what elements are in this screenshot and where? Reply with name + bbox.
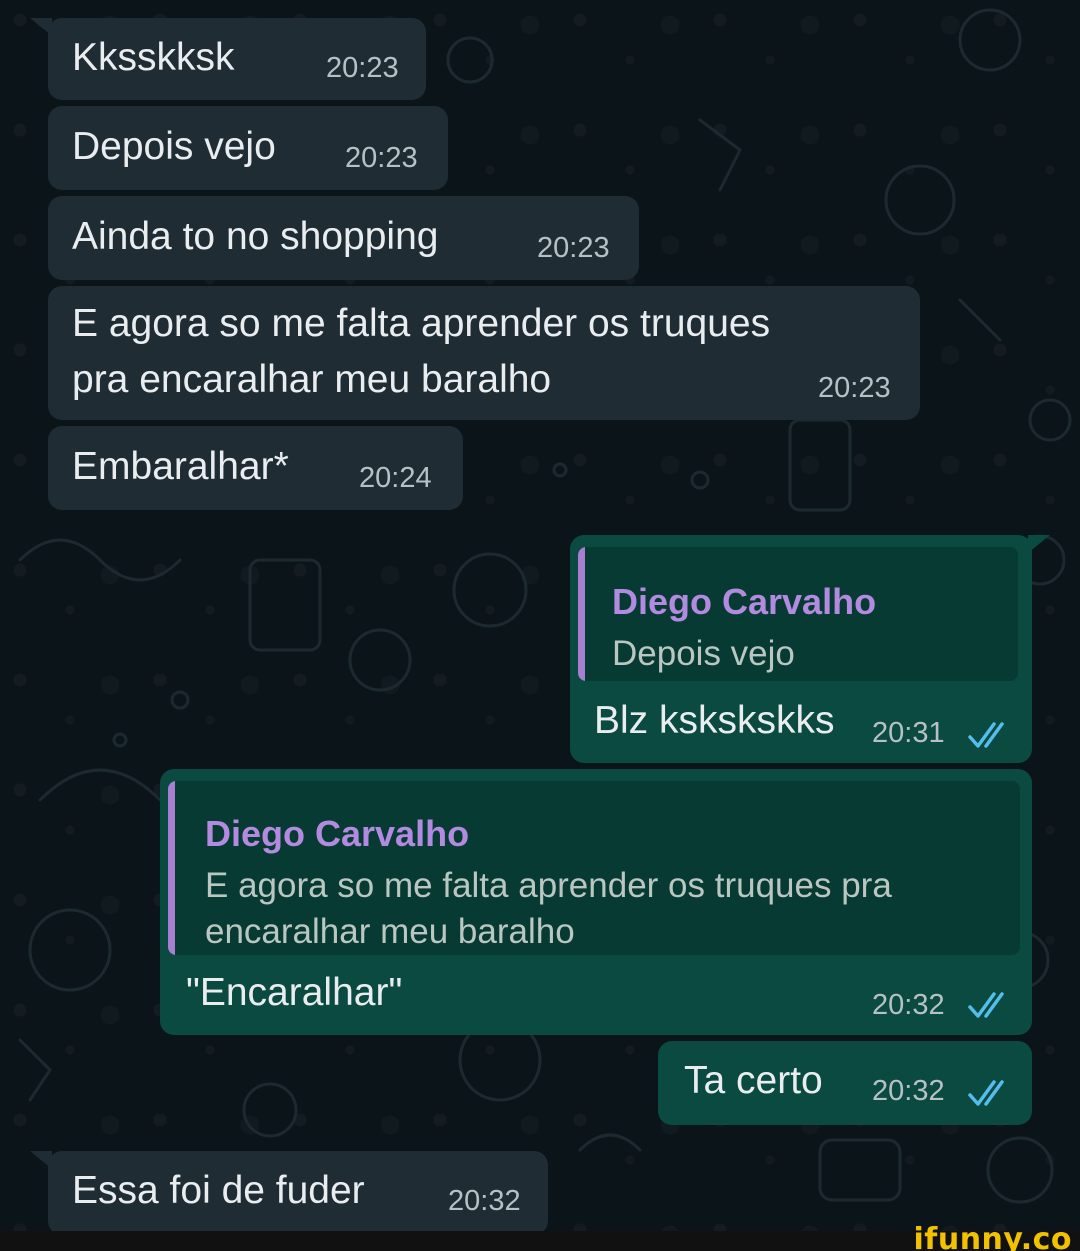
- quote-accent-bar: [578, 547, 585, 681]
- message-time: 20:32: [872, 1075, 945, 1107]
- quote-text: Depois vejo: [612, 634, 795, 673]
- incoming-message[interactable]: Embaralhar* 20:24: [48, 426, 463, 510]
- message-time: 20:24: [359, 462, 432, 494]
- outgoing-reply-message[interactable]: Diego Carvalho E agora so me falta apren…: [160, 769, 1032, 1035]
- message-text-line-2: pra encaralhar meu baralho: [72, 358, 552, 401]
- message-text: Kksskksk: [72, 36, 235, 79]
- message-text-line-1: E agora so me falta aprender os truques: [72, 302, 771, 345]
- incoming-message[interactable]: Depois vejo 20:23: [48, 106, 448, 190]
- double-check-icon: [968, 1080, 1004, 1106]
- bubble-tail: [30, 18, 52, 36]
- message-text: Essa foi de fuder: [72, 1169, 365, 1212]
- message-time: 20:32: [448, 1185, 521, 1217]
- message-time: 20:23: [818, 372, 891, 404]
- message-time: 20:23: [537, 232, 610, 264]
- incoming-message[interactable]: Ainda to no shopping 20:23: [48, 196, 639, 280]
- quote-text-line-1: E agora so me falta aprender os truques …: [205, 866, 892, 905]
- message-time: 20:23: [326, 52, 399, 84]
- incoming-message[interactable]: E agora so me falta aprender os truques …: [48, 286, 920, 420]
- outgoing-message[interactable]: Ta certo 20:32: [658, 1041, 1032, 1125]
- double-check-icon: [968, 722, 1004, 748]
- message-text: Embaralhar*: [72, 445, 289, 488]
- message-text: Depois vejo: [72, 125, 276, 168]
- message-text: Ta certo: [684, 1059, 823, 1102]
- incoming-message[interactable]: Kksskksk 20:23: [30, 18, 426, 100]
- quoted-message[interactable]: Diego Carvalho Depois vejo: [578, 547, 1018, 681]
- quote-accent-bar: [168, 781, 175, 955]
- message-text: Ainda to no shopping: [72, 215, 439, 258]
- quote-text-line-2: encaralhar meu baralho: [205, 912, 575, 951]
- bubble-tail: [1028, 535, 1050, 553]
- message-time: 20:32: [872, 989, 945, 1021]
- chat-background: Kksskksk 20:23 Depois vejo 20:23 Ainda t…: [0, 0, 1080, 1251]
- double-check-icon: [968, 992, 1004, 1018]
- message-time: 20:23: [345, 142, 418, 174]
- incoming-message[interactable]: Essa foi de fuder 20:32: [30, 1151, 548, 1235]
- outgoing-reply-message[interactable]: Diego Carvalho Depois vejo Blz kskskskks…: [570, 535, 1050, 763]
- message-time: 20:31: [872, 717, 945, 749]
- quote-author: Diego Carvalho: [612, 581, 877, 622]
- bubble-tail: [30, 1151, 52, 1169]
- watermark-logo: ifunny.co: [913, 1222, 1072, 1251]
- quoted-message[interactable]: Diego Carvalho E agora so me falta apren…: [168, 781, 1020, 955]
- message-text: Blz kskskskks: [594, 699, 835, 742]
- message-text: "Encaralhar": [186, 971, 403, 1014]
- quote-author: Diego Carvalho: [205, 813, 470, 854]
